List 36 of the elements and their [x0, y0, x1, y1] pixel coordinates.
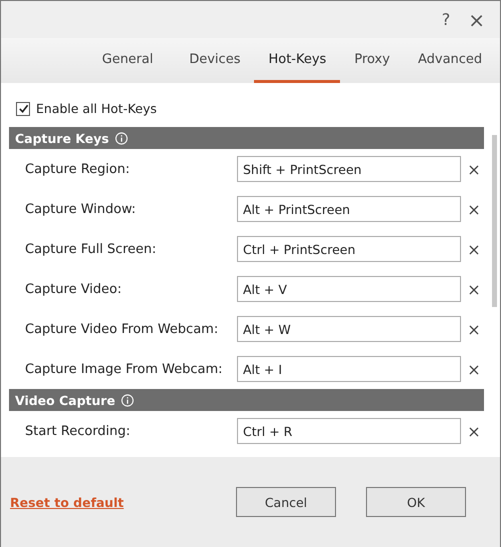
hotkey-field[interactable]: Ctrl + PrintScreen	[237, 236, 461, 262]
hotkey-field[interactable]: Ctrl + R	[237, 418, 461, 444]
hotkey-label: Capture Region:	[24, 162, 131, 176]
checkbox[interactable]	[16, 102, 30, 116]
clear-button[interactable]: ×	[461, 200, 487, 218]
tab[interactable]: Proxy	[340, 38, 404, 83]
checkbox-label: Enable all Hot-Keys	[36, 101, 157, 116]
hotkey-field[interactable]: Alt + PrintScreen	[237, 196, 461, 222]
section-title: Video Capture	[15, 392, 116, 408]
hotkey-label: Start Recording:	[24, 424, 132, 438]
hotkey-field[interactable]: Alt + V	[237, 276, 461, 302]
hotkey-label: Capture Video From Webcam:	[24, 322, 220, 336]
hotkey-field[interactable]: Alt + W	[237, 316, 461, 342]
tab[interactable]: Advanced	[404, 38, 496, 83]
clear-button[interactable]: ×	[461, 422, 487, 440]
info-icon[interactable]	[114, 132, 128, 144]
help-button[interactable]: ?	[434, 10, 458, 29]
clear-button[interactable]: ×	[461, 360, 487, 378]
hotkey-label: Capture Video:	[24, 282, 123, 296]
info-icon[interactable]	[121, 394, 134, 406]
dialog-button[interactable]: Cancel	[236, 487, 336, 517]
clear-button[interactable]: ×	[461, 160, 487, 178]
close-button[interactable]: ×	[461, 8, 492, 32]
tab[interactable]: Hot-Keys	[254, 38, 340, 83]
tab[interactable]: Devices	[175, 38, 254, 83]
hotkey-field[interactable]: Shift + PrintScreen	[237, 156, 461, 182]
clear-button[interactable]: ×	[461, 320, 487, 338]
clear-button[interactable]: ×	[461, 240, 487, 258]
tab[interactable]: General	[88, 38, 168, 83]
hotkey-label: Capture Window:	[24, 202, 137, 216]
hotkey-label: Capture Full Screen:	[24, 242, 158, 256]
clear-button[interactable]: ×	[461, 280, 487, 298]
section-title: Capture Keys	[15, 130, 109, 146]
dialog-button[interactable]: OK	[366, 487, 466, 517]
hotkey-label: Capture Image From Webcam:	[24, 362, 224, 376]
hotkey-field[interactable]: Alt + I	[237, 356, 461, 382]
